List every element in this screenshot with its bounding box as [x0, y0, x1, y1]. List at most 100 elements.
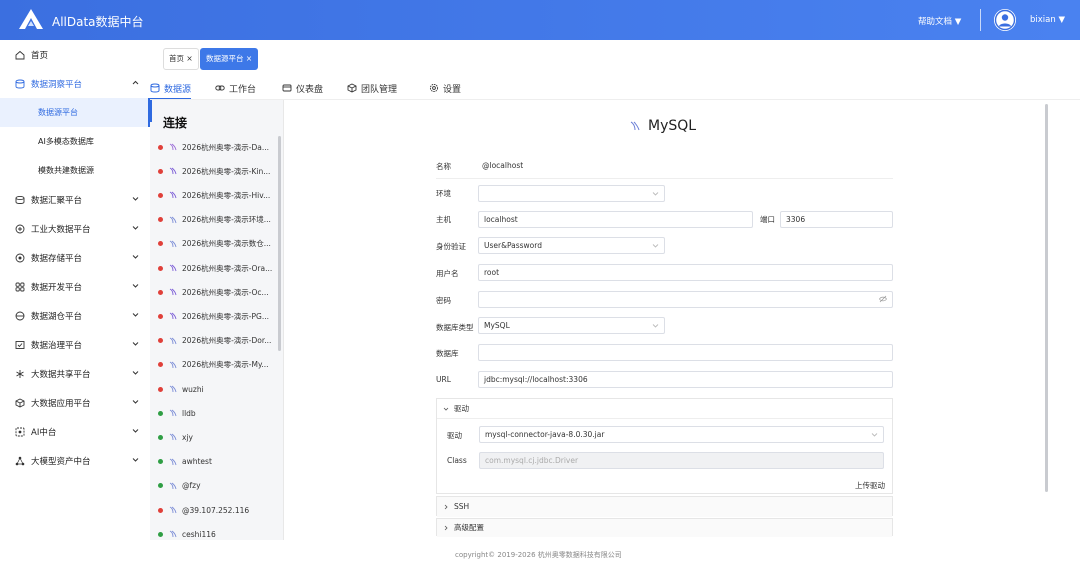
password-input[interactable]: [478, 291, 893, 308]
host-label: 主机: [436, 215, 451, 224]
ssh-section-title: SSH: [454, 502, 470, 511]
tab-settings[interactable]: 设置: [429, 78, 461, 98]
connection-list-item[interactable]: 2026杭州奥零-演示数仓...: [158, 234, 276, 254]
url-label: URL: [436, 375, 451, 384]
dashboard-icon: [282, 84, 292, 92]
help-docs-menu[interactable]: 帮助文档 ▼: [918, 15, 961, 27]
class-input: com.mysql.cj.jdbc.Driver: [479, 452, 884, 469]
sidebar-item-ai-platform[interactable]: AI中台: [0, 417, 150, 446]
datasource-type-icon: [169, 288, 177, 296]
chevron-down-icon: [132, 429, 139, 433]
url-input[interactable]: jdbc:mysql://localhost:3306: [478, 371, 893, 388]
connection-list-item[interactable]: wuzhi: [158, 379, 276, 399]
class-label: Class: [447, 456, 467, 465]
dbtype-select[interactable]: MySQL: [478, 317, 665, 334]
sidebar-item-home[interactable]: 首页: [0, 40, 150, 69]
sidebar-item-model-datasource[interactable]: 模数共建数据源: [0, 156, 150, 185]
chevron-down-icon: [132, 284, 139, 288]
status-dot: [158, 289, 163, 295]
name-input[interactable]: @localhost: [478, 158, 893, 175]
user-menu[interactable]: bixian ▼: [1030, 15, 1065, 25]
connection-list-item[interactable]: 2026杭州奥零-演示-Dor...: [158, 331, 276, 351]
sidebar-item-industrial-bigdata[interactable]: 工业大数据平台: [0, 214, 150, 243]
sidebar-item-label: 数据湖仓平台: [31, 311, 83, 322]
sidebar-item-data-aggregation[interactable]: 数据汇聚平台: [0, 185, 150, 214]
connection-list-item[interactable]: 2026杭州奥零-演示-Ora...: [158, 258, 276, 278]
divider: [436, 178, 893, 179]
chevron-down-icon: [132, 255, 139, 259]
port-label: 端口: [760, 215, 775, 224]
datasource-type-icon: [169, 433, 177, 441]
sidebar-item-data-storage[interactable]: 数据存储平台: [0, 243, 150, 272]
tab-team-management[interactable]: 团队管理: [347, 78, 397, 98]
password-label: 密码: [436, 296, 451, 305]
top-header: AllData数据中台 帮助文档 ▼ bixian ▼: [0, 0, 1080, 40]
datasource-type-icon: [169, 264, 177, 272]
connection-list-item[interactable]: 2026杭州奥零-演示-Kin...: [158, 161, 276, 181]
datasource-type-icon: [169, 409, 177, 417]
sidebar-item-ai-multimodal-db[interactable]: AI多模态数据库: [0, 127, 150, 156]
tab-datasource[interactable]: 数据源: [150, 78, 192, 100]
status-dot: [158, 338, 163, 344]
connection-list-item[interactable]: lldb: [158, 403, 276, 423]
connection-label: wuzhi: [182, 384, 204, 394]
connection-list-item[interactable]: 2026杭州奥零-演示环境...: [158, 210, 276, 230]
tab-dashboard[interactable]: 仪表盘: [282, 78, 323, 98]
sidebar-item-llm-assets[interactable]: 大模型资产中台: [0, 446, 150, 475]
ssh-section: SSH: [436, 496, 893, 517]
sidebar-item-data-governance[interactable]: 数据治理平台: [0, 330, 150, 359]
datasource-type-icon: [169, 530, 177, 538]
connection-list-item[interactable]: awhtest: [158, 452, 276, 472]
dbtype-select-value: MySQL: [484, 321, 510, 330]
alldata-logo-icon[interactable]: [18, 8, 44, 30]
sidebar-item-bigdata-share[interactable]: 大数据共享平台: [0, 359, 150, 388]
user-avatar-icon[interactable]: [994, 9, 1016, 31]
env-select[interactable]: [478, 185, 665, 202]
chevron-down-icon: [132, 458, 139, 462]
connection-list-scrollbar[interactable]: [278, 136, 281, 351]
status-dot: [158, 459, 163, 465]
auth-select[interactable]: User&Password: [478, 237, 665, 254]
sidebar-item-data-insight[interactable]: 数据洞察平台: [0, 69, 150, 98]
eye-off-icon[interactable]: [879, 295, 887, 303]
connection-list-item[interactable]: @fzy: [158, 476, 276, 496]
sidebar: 首页 数据洞察平台 数据源平台 AI多模态数据库 模数共建数据源 数据汇聚平台 …: [0, 40, 150, 562]
connection-list-item[interactable]: @39.107.252.116: [158, 500, 276, 520]
connection-list-item[interactable]: 2026杭州奥零-演示-My...: [158, 355, 276, 375]
upload-driver-button[interactable]: 上传驱动: [855, 480, 885, 491]
username-input[interactable]: root: [478, 264, 893, 281]
advanced-section-header[interactable]: 高级配置: [437, 519, 892, 537]
driver-section-header[interactable]: 驱动: [437, 399, 892, 419]
chevron-up-icon: [132, 80, 139, 85]
chevron-down-icon: [132, 400, 139, 404]
database-input[interactable]: [478, 344, 893, 361]
sidebar-item-data-lakehouse[interactable]: 数据湖仓平台: [0, 301, 150, 330]
connection-list-item[interactable]: 2026杭州奥零-演示-Oc...: [158, 282, 276, 302]
host-input[interactable]: localhost: [478, 211, 753, 228]
driver-section-title: 驱动: [454, 404, 469, 413]
form-scrollbar[interactable]: [1045, 104, 1048, 492]
sidebar-item-label: 模数共建数据源: [38, 166, 94, 175]
sidebar-item-data-dev[interactable]: 数据开发平台: [0, 272, 150, 301]
auth-select-value: User&Password: [484, 241, 542, 250]
dbtype-label: 数据库类型: [436, 323, 474, 332]
port-input[interactable]: 3306: [780, 211, 893, 228]
datasource-type-icon: [169, 240, 177, 247]
connection-list-item[interactable]: 2026杭州奥零-演示-Da...: [158, 137, 276, 157]
sidebar-item-datasource-platform[interactable]: 数据源平台: [0, 98, 150, 127]
tab-workbench[interactable]: 工作台: [215, 78, 256, 98]
page-tab-datasource[interactable]: 数据源平台 ×: [200, 48, 259, 70]
db-type-heading: MySQL: [629, 118, 696, 134]
connection-list-item[interactable]: 2026杭州奥零-演示-PG...: [158, 306, 276, 326]
connection-list-item[interactable]: ceshi116: [158, 524, 276, 544]
driver-select[interactable]: mysql-connector-java-8.0.30.jar: [479, 426, 884, 443]
sidebar-item-bigdata-app[interactable]: 大数据应用平台: [0, 388, 150, 417]
db-type-name: MySQL: [648, 118, 697, 134]
datasource-type-icon: [169, 506, 177, 514]
factory-icon: [15, 224, 25, 233]
connection-list-item[interactable]: 2026杭州奥零-演示-Hiv...: [158, 185, 276, 205]
datasource-type-icon: [169, 216, 177, 223]
connection-list-item[interactable]: xjy: [158, 427, 276, 447]
page-tab-home[interactable]: 首页 ×: [163, 48, 199, 70]
ssh-section-header[interactable]: SSH: [437, 497, 892, 517]
